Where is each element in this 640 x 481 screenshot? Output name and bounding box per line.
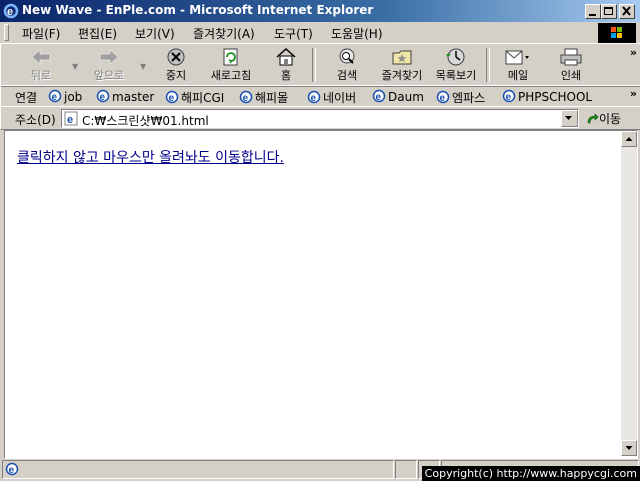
menu-help[interactable]: 도움말(H)	[331, 25, 383, 42]
ie-page-icon: e	[165, 90, 179, 104]
back-dropdown-icon[interactable]: ▼	[72, 62, 78, 71]
status-panel	[395, 460, 417, 479]
link-item[interactable]: e 해피CGI	[165, 89, 224, 106]
menu-bar: 파일(F) 편집(E) 보기(V) 즐겨찾기(A) 도구(T) 도움말(H)	[0, 22, 640, 42]
scroll-up-button[interactable]	[621, 131, 637, 147]
minimize-icon	[589, 14, 596, 16]
svg-text:e: e	[9, 465, 15, 476]
printer-icon	[560, 48, 582, 66]
links-label: 연결	[15, 91, 38, 105]
stop-button[interactable]: 중지	[146, 46, 206, 84]
back-arrow-icon	[31, 49, 51, 65]
link-item[interactable]: e Daum	[372, 89, 424, 104]
svg-text:e: e	[7, 6, 13, 18]
ie-page-icon: e	[239, 90, 253, 104]
svg-text:e: e	[243, 93, 249, 104]
mail-button[interactable]: 메일	[488, 46, 548, 84]
ie-page-icon: e	[96, 89, 110, 103]
refresh-button[interactable]: 새로고침	[201, 46, 261, 84]
menu-tools[interactable]: 도구(T)	[274, 25, 313, 42]
go-arrow-icon	[587, 113, 599, 124]
svg-text:e: e	[52, 92, 58, 103]
close-button[interactable]	[619, 4, 635, 19]
close-icon	[622, 6, 631, 16]
status-main-panel: e	[2, 460, 394, 479]
scroll-down-arrow-icon	[625, 446, 633, 450]
search-icon	[339, 48, 355, 64]
print-button[interactable]: 인쇄	[541, 46, 601, 84]
forward-arrow-icon	[99, 49, 119, 65]
favorites-button[interactable]: 즐겨찾기	[372, 46, 432, 84]
links-bar: 연결 e job e master e 해피CGI e 해피몰 e 네이버 e Daum e…	[0, 85, 640, 107]
maximize-icon	[604, 7, 613, 15]
address-input[interactable]: e C:₩스크린샷₩01.html	[61, 109, 579, 128]
minimize-button[interactable]	[585, 4, 601, 19]
vertical-scrollbar[interactable]	[621, 131, 637, 456]
link-item[interactable]: e 네이버	[307, 89, 356, 106]
link-item[interactable]: e job	[48, 89, 82, 104]
search-button[interactable]: 검색	[317, 46, 377, 84]
refresh-icon	[223, 48, 238, 66]
go-button[interactable]: 이동	[585, 110, 621, 127]
ie-page-icon: e	[307, 90, 321, 104]
menu-view[interactable]: 보기(V)	[135, 25, 175, 42]
hover-link[interactable]: 클릭하지 않고 마우스만 올려놔도 이동합니다.	[17, 147, 284, 167]
page-content: 클릭하지 않고 마우스만 올려놔도 이동합니다.	[4, 130, 638, 459]
link-item[interactable]: e master	[96, 89, 154, 104]
svg-text:e: e	[311, 93, 317, 104]
address-dropdown-button[interactable]	[561, 110, 578, 127]
menu-file[interactable]: 파일(F)	[22, 25, 60, 42]
standard-toolbar: 뒤로 ▼ 앞으로 ▼ 중지 새로고침 홈 검색 즐겨찾기 목록보기 메일 인쇄 …	[0, 43, 640, 87]
ie-icon: e	[3, 3, 19, 19]
window-title: New Wave - EnPle.com - Microsoft Interne…	[22, 3, 374, 17]
ie-page-icon: e	[436, 90, 450, 104]
home-icon	[276, 48, 296, 66]
svg-text:e: e	[67, 114, 73, 126]
scroll-down-button[interactable]	[621, 440, 637, 456]
home-button[interactable]: 홈	[256, 46, 316, 84]
ie-page-icon: e	[64, 111, 78, 126]
svg-text:e: e	[376, 92, 382, 103]
windows-logo	[598, 23, 636, 43]
windows-flag-icon	[611, 27, 622, 38]
menu-grip	[4, 24, 9, 41]
svg-text:e: e	[440, 93, 446, 104]
ie-page-icon: e	[5, 462, 19, 476]
history-icon	[446, 48, 465, 66]
svg-text:e: e	[506, 92, 512, 103]
back-button[interactable]: 뒤로	[11, 46, 71, 84]
ie-page-icon: e	[502, 89, 516, 103]
title-bar[interactable]: e New Wave - EnPle.com - Microsoft Inter…	[0, 0, 640, 22]
svg-text:e: e	[169, 93, 175, 104]
ie-page-icon: e	[48, 89, 62, 103]
copyright-watermark: Copyright(c) http://www.happycgi.com	[421, 466, 640, 481]
toolbar-separator	[312, 48, 316, 82]
links-chevron-icon[interactable]: »	[630, 87, 637, 100]
mail-icon	[505, 50, 529, 65]
dropdown-arrow-icon	[565, 116, 572, 120]
ie-page-icon: e	[372, 89, 386, 103]
scroll-up-arrow-icon	[625, 137, 633, 141]
link-item[interactable]: e PHPSCHOOL	[502, 89, 592, 104]
menu-edit[interactable]: 편집(E)	[78, 25, 117, 42]
history-button[interactable]: 목록보기	[426, 46, 486, 84]
menu-favorites[interactable]: 즐겨찾기(A)	[193, 25, 255, 42]
address-bar: 주소(D) e C:₩스크린샷₩01.html 이동	[0, 106, 640, 130]
stop-icon	[167, 48, 185, 66]
address-value: C:₩스크린샷₩01.html	[82, 114, 209, 128]
link-item[interactable]: e 엠파스	[436, 89, 485, 106]
address-label: 주소(D)	[15, 113, 56, 127]
svg-text:e: e	[100, 92, 106, 103]
maximize-button[interactable]	[601, 4, 617, 19]
link-item[interactable]: e 해피몰	[239, 89, 288, 106]
favorites-folder-icon	[392, 50, 412, 65]
forward-button[interactable]: 앞으로	[79, 46, 139, 84]
toolbar-chevron-icon[interactable]: »	[630, 46, 637, 59]
